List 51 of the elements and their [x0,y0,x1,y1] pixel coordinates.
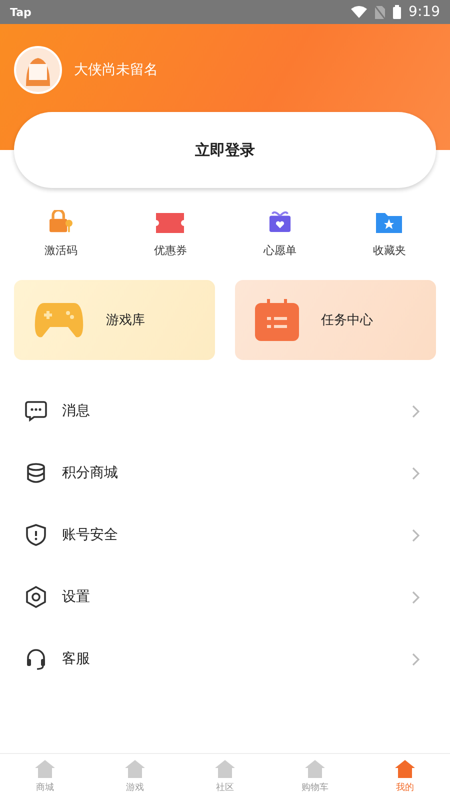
chevron-right-icon [412,528,420,542]
login-button[interactable]: 立即登录 [14,112,436,188]
coin-stack-icon [25,462,47,484]
card-label: 任务中心 [321,312,373,329]
status-time: 9:19 [408,4,440,20]
chevron-right-icon [412,590,420,604]
avatar-icon [14,46,62,94]
shortcut-item[interactable]: 收藏夹 [349,210,430,258]
menu-label: 账号安全 [62,526,119,544]
menu-item[interactable]: 客服 [0,628,450,690]
padlock-key-icon [46,210,75,233]
user-name: 大侠尚未留名 [74,61,158,79]
feature-card[interactable]: 游戏库 [14,280,215,360]
folder-star-icon [376,211,402,233]
gift-heart-icon [268,210,292,233]
menu-label: 设置 [62,588,91,606]
chevron-right-icon [412,652,420,666]
shortcut-item[interactable]: 激活码 [20,210,101,258]
shortcut-item[interactable]: 优惠券 [130,210,210,258]
menu-label: 积分商城 [62,464,119,482]
home-icon [35,760,55,778]
menu-label: 客服 [62,650,91,668]
ticket-icon [156,213,184,233]
shortcut-label: 收藏夹 [372,243,406,258]
home-icon [125,760,145,778]
home-icon [305,760,325,778]
shortcut-label: 心愿单 [263,243,296,258]
shield-icon [25,524,47,546]
feature-card[interactable]: 任务中心 [235,280,436,360]
shortcut-item[interactable]: 心愿单 [240,210,320,258]
shortcut-label: 激活码 [44,243,78,258]
home-icon [395,760,415,778]
menu-item[interactable]: 消息 [0,380,450,442]
wifi-icon [350,6,367,18]
chevron-right-icon [412,404,420,418]
settings-icon [25,586,47,608]
headset-icon [25,648,47,670]
home-icon [215,760,235,778]
gamepad-icon [34,301,84,339]
chevron-right-icon [412,466,420,480]
status-app-name: Tap [10,6,32,18]
message-icon [25,400,47,422]
menu-item[interactable]: 积分商城 [0,442,450,504]
menu-item[interactable]: 账号安全 [0,504,450,566]
menu-item[interactable]: 设置 [0,566,450,628]
battery-icon [392,5,401,19]
calendar-icon [255,299,299,341]
card-label: 游戏库 [106,312,145,329]
shortcut-label: 优惠券 [154,243,187,258]
menu-label: 消息 [62,402,91,420]
no-sim-icon [374,6,385,18]
